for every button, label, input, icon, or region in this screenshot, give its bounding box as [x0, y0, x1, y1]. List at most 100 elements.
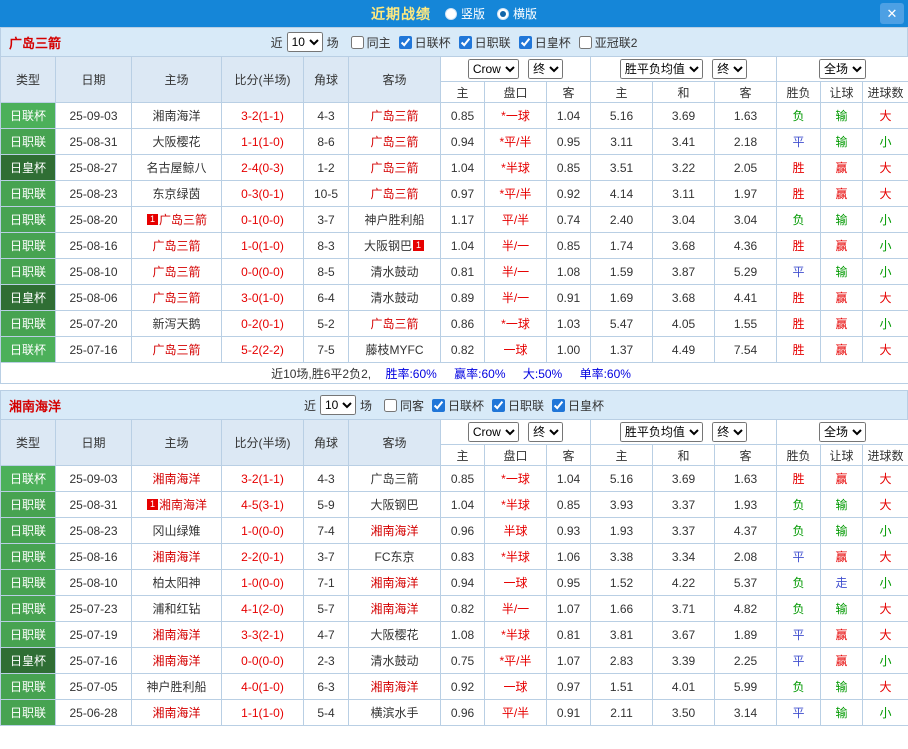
- asian-home-water-cell: 0.97: [440, 180, 485, 207]
- scope-select[interactable]: 全场: [819, 59, 867, 79]
- team-label: 名古屋鲸八: [146, 161, 207, 175]
- score-cell: 4-1(2-0): [221, 595, 304, 622]
- competition-type-cell: 日职联: [0, 180, 56, 207]
- filter-checkbox[interactable]: 日联杯: [432, 398, 484, 413]
- radio-vertical-icon[interactable]: [444, 7, 457, 20]
- team-section-shonan: 湘南海洋 近 10 场 同客 日联杯 日职联 日皇杯 类型 日期 主场 比分(半场) …: [0, 390, 908, 726]
- euro-draw-odds-cell: 3.37: [652, 491, 716, 518]
- match-row: 日职联 25-06-28 湘南海洋 1-1(1-0) 5-4 横滨水手 0.96 平/半 0.9…: [0, 699, 908, 726]
- handicap-result-cell: 赢: [820, 621, 864, 648]
- sub-col-handicap: 盘口: [484, 444, 547, 466]
- competition-type-cell: 日职联: [0, 621, 56, 648]
- summary-over-rate: 大:50%: [522, 366, 563, 381]
- away-team-cell: 广岛三箭: [348, 180, 441, 207]
- bookmaker-select[interactable]: Crow: [467, 422, 519, 442]
- checkbox-input[interactable]: [458, 35, 472, 49]
- handicap-result-cell: 输: [820, 258, 864, 285]
- handicap-cell: *半球: [484, 543, 547, 570]
- home-team-cell: 湘南海洋: [131, 102, 222, 129]
- score-cell: 3-2(1-1): [221, 465, 304, 492]
- filter-checkbox[interactable]: 日职联: [492, 398, 544, 413]
- checkbox-input[interactable]: [383, 398, 397, 412]
- filter-checkbox[interactable]: 日职联: [458, 35, 511, 50]
- radio-horizontal-layout[interactable]: 横版: [497, 5, 537, 22]
- col-type: 类型: [0, 419, 56, 466]
- score-cell: 1-0(0-0): [221, 517, 304, 544]
- scope-select[interactable]: 全场: [819, 422, 867, 442]
- bookmaker-select[interactable]: Crow: [467, 59, 519, 79]
- match-row: 日职联 25-07-23 浦和红钻 4-1(2-0) 5-7 湘南海洋 0.82 半/一 1.0…: [0, 595, 908, 622]
- recent-label: 近: [303, 398, 316, 413]
- sub-col-euro-home: 主: [590, 444, 654, 466]
- checkbox-input[interactable]: [432, 398, 445, 412]
- checkbox-input[interactable]: [492, 398, 506, 412]
- team-label: 东京绿茵: [152, 187, 201, 201]
- euro-draw-odds-cell: 3.67: [652, 621, 716, 648]
- euro-away-odds-cell: 4.41: [714, 284, 778, 311]
- period-select-2[interactable]: 终: [712, 59, 748, 79]
- euro-home-odds-cell: 1.69: [590, 284, 654, 311]
- euro-away-odds-cell: 1.63: [714, 102, 778, 129]
- radio-horizontal-icon[interactable]: [497, 7, 509, 20]
- period-select[interactable]: 终: [528, 59, 564, 79]
- asian-away-water-cell: 1.08: [545, 258, 592, 285]
- checkbox-input[interactable]: [552, 398, 566, 412]
- filter-checkbox[interactable]: 日联杯: [398, 35, 451, 50]
- home-team-cell: 大阪樱花: [131, 128, 222, 155]
- filter-checkbox[interactable]: 日皇杯: [518, 35, 571, 50]
- recent-count-select[interactable]: 10: [286, 32, 323, 52]
- checkbox-input[interactable]: [398, 35, 412, 49]
- radio-vertical-layout[interactable]: 竖版: [444, 5, 485, 22]
- period-select-2[interactable]: 终: [712, 422, 748, 442]
- filter-checkbox[interactable]: 同主: [350, 35, 391, 50]
- match-date-cell: 25-09-03: [55, 102, 132, 129]
- odds-type-select[interactable]: 胜平负均值: [619, 422, 703, 442]
- summary-win-rate: 胜率:60%: [385, 366, 437, 381]
- handicap-result-cell: 赢: [820, 465, 864, 492]
- corner-count-cell: 4-3: [303, 465, 349, 492]
- home-team-cell: 1 湘南海洋: [131, 491, 222, 518]
- competition-type-cell: 日职联: [0, 543, 56, 570]
- filter-checkbox[interactable]: 同客: [383, 398, 424, 413]
- handicap-cell: *一球: [484, 310, 547, 337]
- handicap-cell: 半/一: [484, 232, 547, 259]
- match-date-cell: 25-07-16: [55, 647, 132, 674]
- col-score: 比分(半场): [221, 419, 304, 466]
- euro-away-odds-cell: 1.97: [714, 180, 778, 207]
- score-cell: 2-4(0-3): [221, 154, 304, 181]
- home-team-cell: 湘南海洋: [131, 465, 222, 492]
- close-icon[interactable]: ✕: [880, 3, 904, 24]
- asian-home-water-cell: 0.96: [440, 699, 485, 726]
- asian-home-water-cell: 0.82: [440, 336, 485, 363]
- checkbox-input[interactable]: [350, 35, 364, 49]
- period-select[interactable]: 终: [528, 422, 564, 442]
- filter-checkbox[interactable]: 亚冠联2: [578, 35, 637, 50]
- checkbox-input[interactable]: [578, 35, 592, 49]
- corner-count-cell: 7-5: [303, 336, 349, 363]
- odds-type-select[interactable]: 胜平负均值: [619, 59, 703, 79]
- handicap-cell: *半球: [484, 491, 547, 518]
- home-team-cell: 广岛三箭: [131, 258, 222, 285]
- euro-home-odds-cell: 3.38: [590, 543, 654, 570]
- score-cell: 4-0(1-0): [221, 673, 304, 700]
- win-loss-result-cell: 平: [776, 699, 822, 726]
- handicap-cell: 一球: [484, 569, 547, 596]
- team-label: 湘南海洋: [370, 576, 419, 590]
- filter-checkbox[interactable]: 日皇杯: [552, 398, 604, 413]
- handicap-result-cell: 赢: [820, 336, 864, 363]
- euro-away-odds-cell: 3.04: [714, 206, 778, 233]
- goals-result-cell: 小: [862, 310, 908, 337]
- col-type: 类型: [0, 56, 56, 103]
- checkbox-input[interactable]: [518, 35, 532, 49]
- win-loss-result-cell: 胜: [776, 310, 822, 337]
- corner-count-cell: 5-7: [303, 595, 349, 622]
- euro-away-odds-cell: 4.37: [714, 517, 778, 544]
- goals-result-cell: 大: [862, 595, 908, 622]
- home-team-cell: 广岛三箭: [131, 284, 222, 311]
- euro-away-odds-cell: 1.89: [714, 621, 778, 648]
- recent-count-select[interactable]: 10: [319, 395, 356, 415]
- euro-home-odds-cell: 1.52: [590, 569, 654, 596]
- competition-type-cell: 日职联: [0, 206, 56, 233]
- asian-away-water-cell: 0.91: [545, 699, 592, 726]
- summary-handicap-rate: 赢率:60%: [454, 366, 506, 381]
